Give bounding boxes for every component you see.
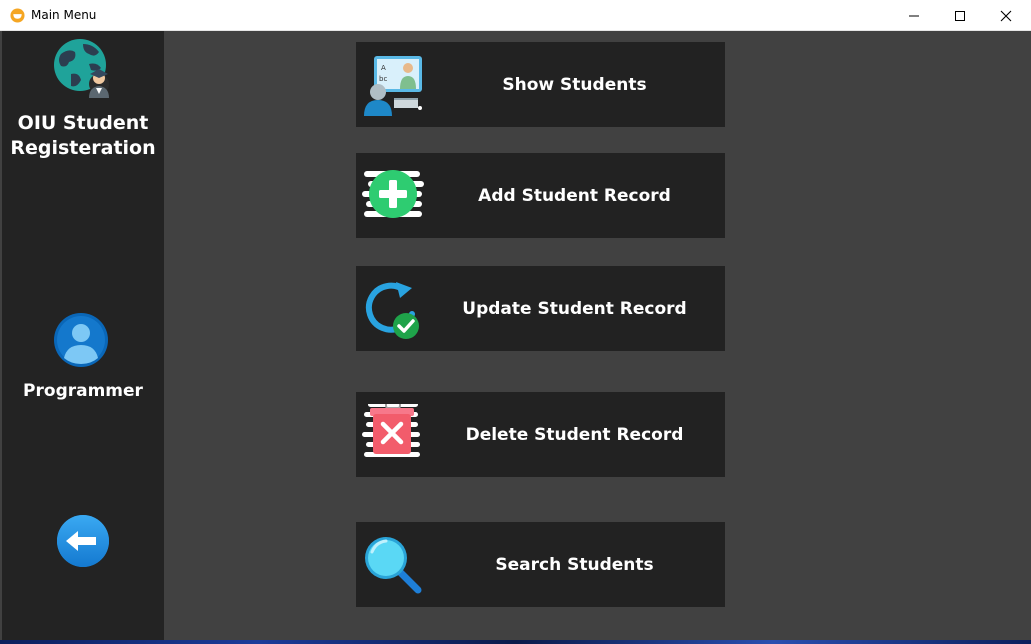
search-students-label: Search Students: [495, 554, 654, 575]
maximize-button[interactable]: [937, 0, 983, 31]
close-icon: [1000, 10, 1012, 21]
update-student-record-button[interactable]: Update Student Record: [356, 266, 725, 351]
minimize-icon: [909, 15, 919, 16]
app-name: OIU Student Registeration: [10, 112, 156, 159]
title-bar: Main Menu: [0, 0, 1031, 31]
search-icon: [365, 537, 422, 594]
programmer-label: Programmer: [23, 381, 143, 401]
show-students-icon: A bc: [364, 56, 422, 116]
sidebar: OIU Student Registeration Programmer: [2, 31, 164, 641]
globe-graduate-icon: [54, 39, 109, 98]
svg-text:A: A: [381, 64, 386, 72]
delete-student-record-button[interactable]: Delete Student Record: [356, 392, 725, 477]
add-student-record-button[interactable]: Add Student Record: [356, 153, 725, 238]
window-title: Main Menu: [31, 8, 97, 22]
update-student-record-label: Update Student Record: [462, 298, 687, 319]
refresh-check-icon: [365, 282, 419, 339]
main-window: Main Menu OIU Student Registeration Prog…: [0, 0, 1031, 644]
back-arrow-icon[interactable]: [56, 514, 110, 568]
maximize-icon: [955, 10, 965, 21]
show-students-button[interactable]: A bc Show Students: [356, 42, 725, 127]
user-avatar-icon[interactable]: [53, 312, 109, 368]
show-students-label: Show Students: [502, 74, 647, 95]
minimize-button[interactable]: [891, 0, 937, 31]
delete-student-record-label: Delete Student Record: [465, 424, 684, 445]
search-students-button[interactable]: Search Students: [356, 522, 725, 607]
trash-delete-icon: [362, 404, 420, 457]
desktop-background-strip: [0, 640, 1031, 644]
app-icon: [10, 8, 25, 23]
add-icon: [362, 170, 424, 218]
svg-text:bc: bc: [379, 75, 387, 83]
close-button[interactable]: [983, 0, 1029, 31]
add-student-record-label: Add Student Record: [478, 185, 671, 206]
